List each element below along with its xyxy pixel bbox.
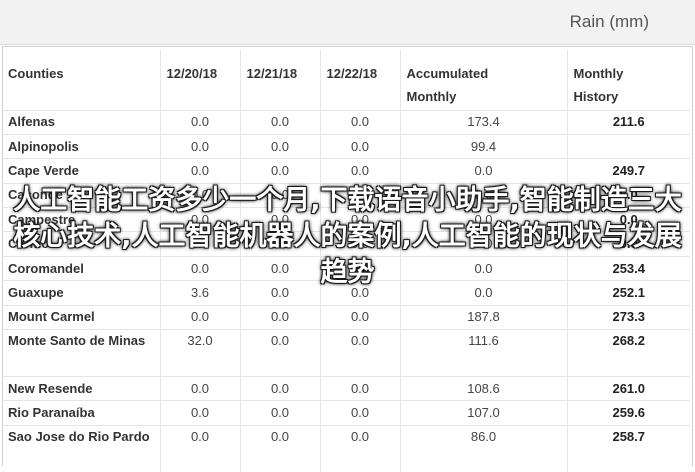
daily-rain-cell: 0.0: [160, 133, 241, 159]
col-header-history[interactable]: Monthly History: [567, 50, 690, 110]
county-name-cell: Alfenas: [2, 109, 161, 135]
daily-rain-cell: 0.0: [240, 133, 321, 159]
accumulated-cell: 86.0: [400, 424, 568, 472]
col-header-date-1[interactable]: 12/20/18: [160, 50, 241, 110]
monthly-history-cell: 249.7: [567, 158, 690, 184]
county-name-cell: Mount Carmel: [2, 304, 161, 330]
daily-rain-cell: 0.0: [160, 109, 241, 135]
daily-rain-cell: 0.0: [320, 109, 401, 135]
county-name-cell: Alpinopolis: [2, 133, 161, 159]
county-name-cell: Monte Santo de Minas: [2, 329, 161, 377]
daily-rain-cell: 0.0: [240, 329, 321, 377]
accumulated-cell: 0.0: [400, 158, 568, 184]
county-name-cell: Cape Verde: [2, 158, 161, 184]
header-bar: Rain (mm): [0, 0, 695, 45]
monthly-history-cell: 258.7: [567, 424, 690, 472]
table-row: Monte Santo de Minas 32.0 0.0 0.0 111.6 268.2: [2, 329, 690, 377]
accumulated-cell: 187.8: [400, 304, 568, 330]
monthly-history-cell: 211.6: [567, 109, 690, 135]
accumulated-cell: 107.0: [400, 400, 568, 426]
daily-rain-cell: 0.0: [160, 304, 241, 330]
daily-rain-cell: 0.0: [240, 304, 321, 330]
county-name-cell: Sao Jose do Rio Pardo: [2, 424, 161, 472]
county-name-cell: New Resende: [2, 376, 161, 401]
monthly-history-cell: 259.6: [567, 400, 690, 426]
accumulated-cell: 99.4: [400, 133, 568, 159]
daily-rain-cell: 0.0: [320, 304, 401, 330]
daily-rain-cell: 0.0: [240, 400, 321, 426]
rain-unit-title: Rain (mm): [569, 12, 649, 31]
col-header-accumulated[interactable]: Accumulated Monthly: [400, 50, 568, 110]
daily-rain-cell: 0.0: [240, 109, 321, 135]
daily-rain-cell: 0.0: [160, 400, 241, 426]
col-header-date-3[interactable]: 12/22/18: [320, 50, 401, 110]
table-row: New Resende 0.0 0.0 0.0 108.6 261.0: [2, 376, 690, 401]
table-row: Sao Jose do Rio Pardo 0.0 0.0 0.0 86.0 258.7: [2, 424, 690, 472]
accumulated-cell: 108.6: [400, 376, 568, 401]
daily-rain-cell: 0.0: [160, 376, 241, 401]
overlay-caption: 人工智能工资多少一个月,下载语音小助手,智能制造三大核心技术,人工智能机器人的案…: [13, 185, 682, 288]
monthly-history-cell: 273.3: [567, 304, 690, 330]
table-row: Rio Paranaíba 0.0 0.0 0.0 107.0 259.6: [2, 400, 690, 426]
accumulated-cell: 173.4: [400, 109, 568, 135]
col-header-date-2[interactable]: 12/21/18: [240, 50, 321, 110]
daily-rain-cell: 0.0: [240, 424, 321, 472]
daily-rain-cell: 0.0: [160, 158, 241, 184]
table-row: Cape Verde 0.0 0.0 0.0 0.0 249.7: [2, 158, 690, 184]
monthly-history-cell: 261.0: [567, 376, 690, 401]
col-header-counties[interactable]: Counties: [2, 50, 161, 110]
daily-rain-cell: 0.0: [320, 158, 401, 184]
daily-rain-cell: 0.0: [320, 376, 401, 401]
daily-rain-cell: 0.0: [320, 424, 401, 472]
table-row: Alpinopolis 0.0 0.0 0.0 99.4: [2, 133, 690, 159]
daily-rain-cell: 0.0: [320, 400, 401, 426]
accumulated-cell: 111.6: [400, 329, 568, 377]
monthly-history-cell: 268.2: [567, 329, 690, 377]
daily-rain-cell: 0.0: [240, 376, 321, 401]
table-header-row: Counties 12/20/18 12/21/18 12/22/18 Accu…: [2, 50, 690, 110]
table-row: Mount Carmel 0.0 0.0 0.0 187.8 273.3: [2, 304, 690, 330]
daily-rain-cell: 0.0: [320, 133, 401, 159]
daily-rain-cell: 0.0: [160, 424, 241, 472]
monthly-history-cell: [567, 133, 690, 159]
county-name-cell: Rio Paranaíba: [2, 400, 161, 426]
table-row: Alfenas 0.0 0.0 0.0 173.4 211.6: [2, 109, 690, 135]
daily-rain-cell: 0.0: [320, 329, 401, 377]
daily-rain-cell: 0.0: [240, 158, 321, 184]
daily-rain-cell: 32.0: [160, 329, 241, 377]
